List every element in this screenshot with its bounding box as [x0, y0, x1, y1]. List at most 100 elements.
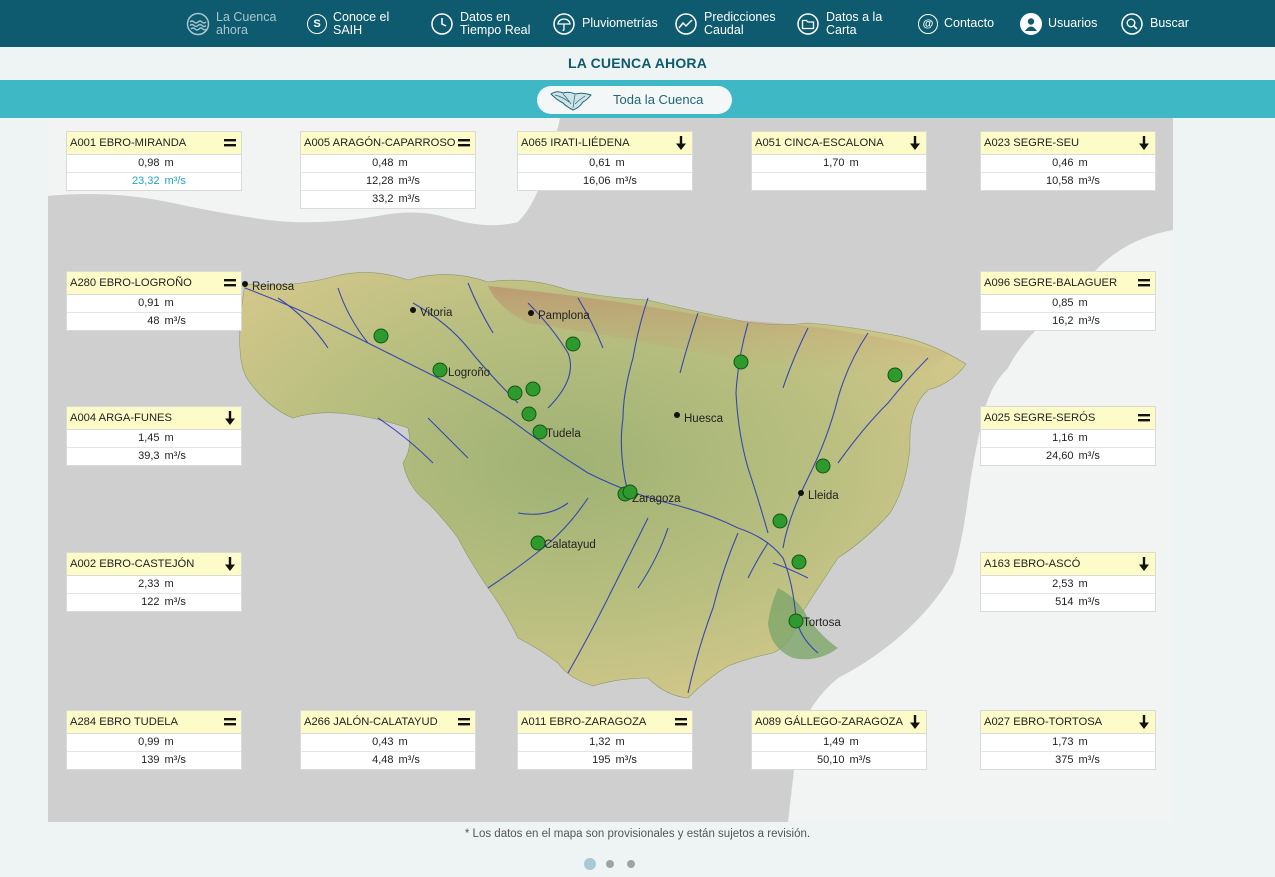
station-card[interactable]: A011 EBRO-ZARAGOZA 1,32 m 195 m³/s	[517, 710, 693, 770]
nav-datos-carta[interactable]: Datos a la Carta	[796, 0, 882, 47]
reading-value: 12,28	[365, 175, 394, 187]
reading-value: 2,53	[1052, 578, 1074, 590]
station-card[interactable]: A065 IRATI-LIÉDENA 0,61 m 16,06 m³/s	[517, 131, 693, 191]
station-card-header[interactable]: A027 EBRO-TORTOSA	[981, 711, 1155, 734]
station-card[interactable]: A266 JALÓN-CALATAYUD 0,43 m 4,48 m³/s	[300, 710, 476, 770]
reading-unit: m	[398, 736, 408, 748]
station-card-header[interactable]: A023 SEGRE-SEU	[981, 132, 1155, 155]
station-card-header[interactable]: A284 EBRO TUDELA	[67, 711, 241, 734]
reading-value: 122	[141, 596, 160, 608]
reading-unit: m³/s	[1078, 754, 1100, 766]
at-icon: @	[918, 13, 938, 34]
station-card-header[interactable]: A001 EBRO-MIRANDA	[67, 132, 241, 155]
station-marker[interactable]	[432, 362, 448, 378]
page-title: LA CUENCA AHORA	[567, 55, 708, 71]
station-card[interactable]: A002 EBRO-CASTEJÓN 2,33 m 122 m³/s	[66, 552, 242, 612]
station-name: A280 EBRO-LOGROÑO	[70, 277, 192, 289]
station-marker[interactable]	[733, 354, 749, 370]
reading-unit: m	[164, 736, 174, 748]
station-marker[interactable]	[815, 458, 831, 474]
station-card-header[interactable]: A004 ARGA-FUNES	[67, 407, 241, 430]
nav-contacto[interactable]: @ Contacto	[918, 0, 994, 47]
level-row: 1,49 m	[752, 734, 926, 752]
station-marker[interactable]	[887, 367, 903, 383]
station-card-header[interactable]: A163 EBRO-ASCÓ	[981, 553, 1155, 576]
station-card[interactable]: A027 EBRO-TORTOSA 1,73 m 375 m³/s	[980, 710, 1156, 770]
reading-unit: m³/s	[615, 175, 637, 187]
station-card-header[interactable]: A096 SEGRE-BALAGUER	[981, 272, 1155, 295]
station-marker[interactable]	[788, 613, 804, 629]
station-card[interactable]: A089 GÁLLEGO-ZARAGOZA 1,49 m 50,10 m³/s	[751, 710, 927, 770]
station-marker[interactable]	[507, 385, 523, 401]
city-label-huesca: Huesca	[684, 413, 724, 425]
pager-dot-3[interactable]	[627, 860, 635, 868]
nav-pluviometrias[interactable]: Pluviometrías	[552, 0, 658, 47]
station-marker[interactable]	[525, 381, 541, 397]
station-card-header[interactable]: A005 ARAGÓN-CAPARROSO	[301, 132, 475, 155]
reading-unit: m³/s	[398, 754, 420, 766]
station-card[interactable]: A280 EBRO-LOGROÑO 0,91 m 48 m³/s	[66, 271, 242, 331]
city-label-zaragoza: Zaragoza	[632, 493, 681, 505]
city-label-lleida: Lleida	[808, 490, 839, 502]
station-card-header[interactable]: A089 GÁLLEGO-ZARAGOZA	[752, 711, 926, 734]
station-card-header[interactable]: A025 SEGRE-SERÓS	[981, 407, 1155, 430]
station-name: A089 GÁLLEGO-ZARAGOZA	[755, 716, 903, 728]
city-label-vitoria: Vitoria	[420, 307, 453, 319]
city-label-tudela: Tudela	[546, 428, 581, 440]
pager-dot-2[interactable]	[606, 860, 614, 868]
toda-la-cuenca-button[interactable]: Toda la Cuenca	[537, 86, 732, 114]
trend-down-arrow-icon	[909, 714, 921, 730]
station-card-header[interactable]: A065 IRATI-LIÉDENA	[518, 132, 692, 155]
flow-row: 23,32 m³/s	[67, 173, 241, 190]
station-card[interactable]: A023 SEGRE-SEU 0,46 m 10,58 m³/s	[980, 131, 1156, 191]
reading-unit: m	[398, 157, 408, 169]
reading-unit: m	[1078, 578, 1088, 590]
station-card[interactable]: A005 ARAGÓN-CAPARROSO 0,48 m 12,28 m³/s 33,2 m…	[300, 131, 476, 209]
nav-conoce-saih[interactable]: S Conoce el SAIH	[307, 0, 389, 47]
station-card[interactable]: A025 SEGRE-SERÓS 1,16 m 24,60 m³/s	[980, 406, 1156, 466]
station-marker[interactable]	[772, 513, 788, 529]
nav-predicciones-caudal[interactable]: Predicciones Caudal	[674, 0, 776, 47]
station-marker[interactable]	[565, 336, 581, 352]
nav-la-cuenca-ahora[interactable]: La Cuenca ahora	[186, 0, 276, 47]
user-icon	[1020, 12, 1042, 35]
station-card[interactable]: A001 EBRO-MIRANDA 0,98 m 23,32 m³/s	[66, 131, 242, 191]
station-card-header[interactable]: A051 CINCA-ESCALONA	[752, 132, 926, 155]
nav-datos-tiempo-real[interactable]: Datos en Tiempo Real	[430, 0, 530, 47]
nav-label: Pluviometrías	[582, 16, 658, 30]
station-card-header[interactable]: A280 EBRO-LOGROÑO	[67, 272, 241, 295]
reading-value: 16,06	[582, 175, 611, 187]
level-row: 1,70 m	[752, 155, 926, 173]
reading-value: 0,43	[372, 736, 394, 748]
flow-row: 4,48 m³/s	[301, 752, 475, 769]
station-card[interactable]: A163 EBRO-ASCÓ 2,53 m 514 m³/s	[980, 552, 1156, 612]
station-name: A002 EBRO-CASTEJÓN	[70, 558, 195, 570]
station-card[interactable]: A284 EBRO TUDELA 0,99 m 139 m³/s	[66, 710, 242, 770]
station-marker[interactable]	[622, 484, 638, 500]
station-card-header[interactable]: A266 JALÓN-CALATAYUD	[301, 711, 475, 734]
station-card[interactable]: A004 ARGA-FUNES 1,45 m 39,3 m³/s	[66, 406, 242, 466]
gauge-icon	[674, 12, 698, 36]
reading-value: 1,32	[589, 736, 611, 748]
station-marker[interactable]	[532, 424, 548, 440]
station-marker[interactable]	[530, 535, 546, 551]
nav-usuarios[interactable]: Usuarios	[1020, 0, 1097, 47]
station-marker[interactable]	[521, 406, 537, 422]
reading-value: 195	[592, 754, 611, 766]
station-card[interactable]: A051 CINCA-ESCALONA 1,70 m	[751, 131, 927, 191]
top-navigation: La Cuenca ahora S Conoce el SAIH Datos e…	[0, 0, 1275, 47]
trend-equal-icon	[1138, 410, 1150, 426]
station-marker[interactable]	[791, 554, 807, 570]
flow-row: 10,58 m³/s	[981, 173, 1155, 190]
station-card[interactable]: A096 SEGRE-BALAGUER 0,85 m 16,2 m³/s	[980, 271, 1156, 331]
reading-value: 23,32	[131, 175, 160, 187]
basin-map-icon	[549, 88, 593, 117]
station-card-header[interactable]: A011 EBRO-ZARAGOZA	[518, 711, 692, 734]
nav-buscar[interactable]: Buscar	[1120, 0, 1189, 47]
reading-unit: m	[164, 432, 174, 444]
station-card-header[interactable]: A002 EBRO-CASTEJÓN	[67, 553, 241, 576]
pager-dot-1[interactable]	[584, 858, 596, 870]
station-marker[interactable]	[373, 328, 389, 344]
trend-down-arrow-icon	[1138, 714, 1150, 730]
flow-row: 122 m³/s	[67, 594, 241, 611]
